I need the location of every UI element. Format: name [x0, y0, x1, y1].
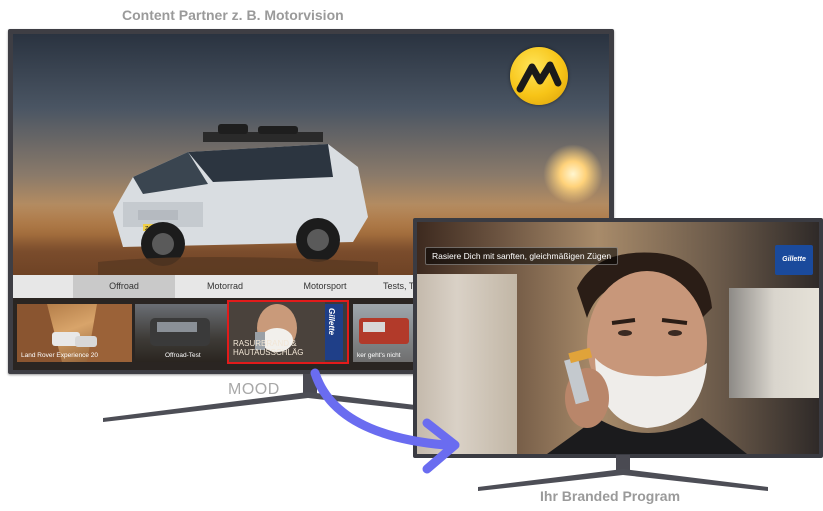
tab-motorsport[interactable]: Motorsport [275, 275, 375, 298]
gillette-logo: Gillette [775, 245, 813, 275]
subtitle-caption: Rasiere Dich mit sanften, gleichmäßigen … [425, 247, 619, 265]
sun [543, 144, 603, 204]
video-thumbnail[interactable]: Offroad-Test [135, 304, 227, 362]
top-caption: Content Partner z. B. Motorvision [122, 7, 344, 23]
gillette-band-label: Gillette [327, 308, 336, 336]
thumbnail-title: ker geht's nicht [357, 352, 401, 359]
tv-branded-program: Rasiere Dich mit sanften, gleichmäßigen … [413, 218, 823, 458]
thumbnail-title: Offroad-Test [165, 352, 201, 359]
video-thumbnail[interactable]: ker geht's nicht [353, 304, 415, 362]
shaving-man-image [547, 252, 747, 454]
thumbnail-title: Land Rover Experience 20 [21, 352, 98, 359]
transition-arrow-icon [310, 368, 460, 474]
video-thumbnail[interactable]: Land Rover Experience 20 [17, 304, 132, 362]
gillette-brand-band: Gillette [325, 304, 343, 360]
tab-motorrad[interactable]: Motorrad [175, 275, 275, 298]
gillette-ad-thumbnail[interactable]: Gillette RASURBRAND & HAUTAUSSCHLÄG [227, 300, 349, 364]
branded-program-screen: Rasiere Dich mit sanften, gleichmäßigen … [417, 222, 819, 454]
tab-offroad[interactable]: Offroad [73, 275, 175, 298]
motorvision-logo-icon [510, 47, 568, 105]
land-rover-image: Z-6-363 [98, 124, 378, 277]
bottom-caption: Ihr Branded Program [540, 488, 681, 504]
thumbnail-title: RASURBRAND & HAUTAUSSCHLÄG [233, 339, 304, 357]
mood-label: MOOD [228, 381, 280, 398]
